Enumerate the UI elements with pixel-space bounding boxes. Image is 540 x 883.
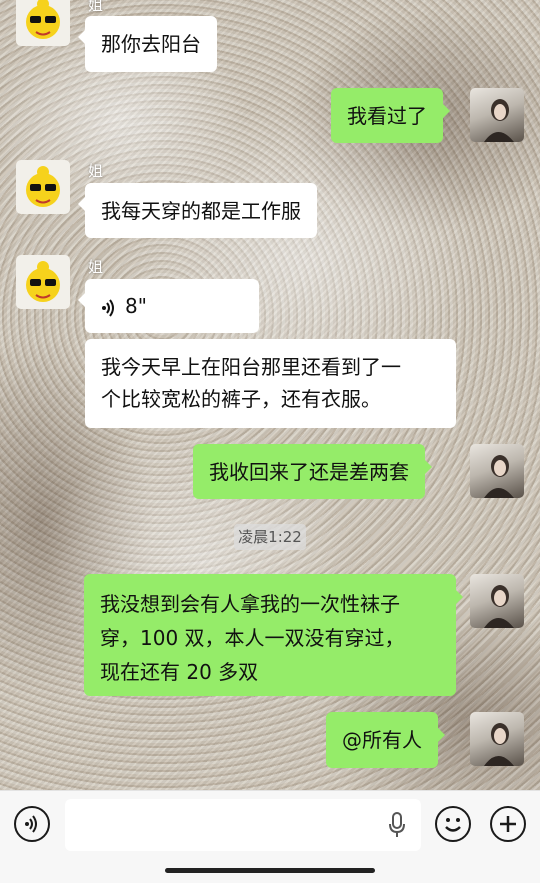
message-input[interactable] xyxy=(65,799,421,851)
timestamp: 凌晨1:22 xyxy=(234,524,306,550)
avatar-me[interactable] xyxy=(470,712,524,766)
message-text: 我每天穿的都是工作服 xyxy=(101,199,301,223)
message-bubble[interactable]: 我每天穿的都是工作服 xyxy=(78,183,317,238)
message-bubble[interactable]: @所有人 xyxy=(326,712,445,768)
message-text: 我看过了 xyxy=(347,104,427,128)
message-text: 我收回来了还是差两套 xyxy=(209,460,409,484)
voice-wave-icon xyxy=(102,298,114,317)
sender-name: 姐 xyxy=(88,258,104,276)
avatar-sister[interactable] xyxy=(16,0,70,46)
message-text-line: 我没想到会有人拿我的一次性袜子 xyxy=(100,592,400,616)
message-bubble[interactable]: 我看过了 xyxy=(331,88,450,143)
plus-icon[interactable] xyxy=(490,806,526,842)
voice-message-bubble[interactable]: 8" xyxy=(78,279,259,333)
message-bubble[interactable]: 我今天早上在阳台那里还看到了一 个比较宽松的裤子，还有衣服。 xyxy=(85,339,456,428)
message-text: 那你去阳台 xyxy=(101,32,201,56)
voice-duration: 8" xyxy=(125,294,147,318)
message-bubble[interactable]: 我收回来了还是差两套 xyxy=(193,444,432,499)
message-text-line: 现在还有 20 多双 xyxy=(100,660,259,684)
avatar-sister[interactable] xyxy=(16,160,70,214)
message-text-line: 穿，100 双，本人一双没有穿过， xyxy=(100,626,405,650)
avatar-me[interactable] xyxy=(470,574,524,628)
avatar-me[interactable] xyxy=(470,88,524,142)
message-bubble[interactable]: 那你去阳台 xyxy=(78,16,217,72)
avatar-me[interactable] xyxy=(470,444,524,498)
message-text-line: 个比较宽松的裤子，还有衣服。 xyxy=(101,387,381,411)
home-indicator xyxy=(165,868,375,873)
microphone-icon[interactable] xyxy=(387,811,407,839)
voice-mode-icon[interactable] xyxy=(14,806,50,842)
avatar-sister[interactable] xyxy=(16,255,70,309)
message-bubble[interactable]: 我没想到会有人拿我的一次性袜子 穿，100 双，本人一双没有穿过， 现在还有 2… xyxy=(84,574,463,696)
message-text: @所有人 xyxy=(342,728,422,752)
sender-name: 姐 xyxy=(88,162,104,180)
sender-name: 姐 xyxy=(88,0,104,14)
message-text-line: 我今天早上在阳台那里还看到了一 xyxy=(101,355,401,379)
emoji-icon[interactable] xyxy=(435,806,471,842)
